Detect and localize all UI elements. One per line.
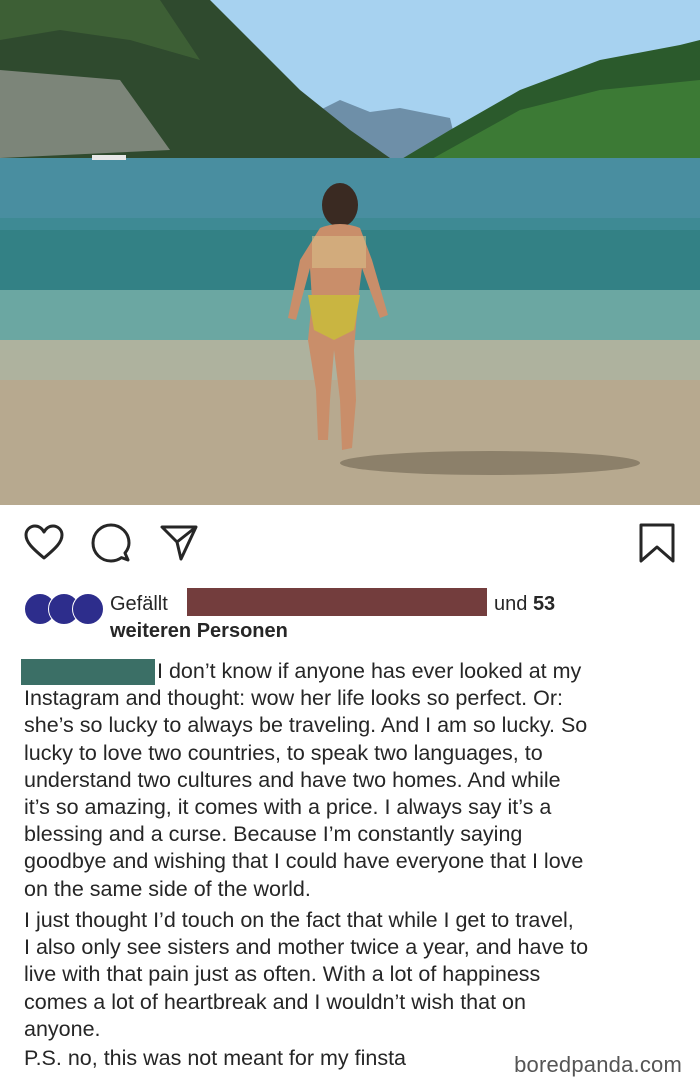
comment-icon	[91, 523, 131, 563]
like-button[interactable]	[21, 520, 67, 566]
liker-avatars	[24, 593, 104, 625]
save-button[interactable]	[634, 520, 680, 566]
likes-prefix: Gefällt	[110, 593, 168, 615]
caption-paragraph-1: Instagram and thought: wow her life look…	[24, 686, 588, 901]
bookmark-icon	[639, 523, 675, 563]
redacted-username-likes	[187, 588, 487, 616]
avatar	[72, 593, 104, 625]
caption-paragraph-2: I just thought I’d touch on the fact tha…	[24, 908, 589, 1041]
likes-number: 53	[532, 593, 556, 615]
likes-others: weiteren Personen	[110, 620, 288, 642]
comment-button[interactable]	[88, 520, 134, 566]
heart-icon	[24, 524, 64, 560]
watermark: boredpanda.com	[514, 1052, 682, 1077]
post-caption: I don’t know if anyone has ever looked a…	[24, 658, 684, 903]
likes-count: und 53	[494, 592, 555, 616]
post-photo[interactable]	[0, 0, 700, 505]
caption-paragraph-3: P.S. no, this was not meant for my finst…	[24, 1046, 407, 1070]
share-button[interactable]	[156, 520, 202, 566]
lake-photo	[0, 0, 700, 505]
post-action-bar	[0, 520, 700, 576]
caption-line-1: I don’t know if anyone has ever looked a…	[157, 659, 582, 683]
likes-and-word: und	[494, 593, 528, 615]
send-icon	[160, 525, 198, 561]
